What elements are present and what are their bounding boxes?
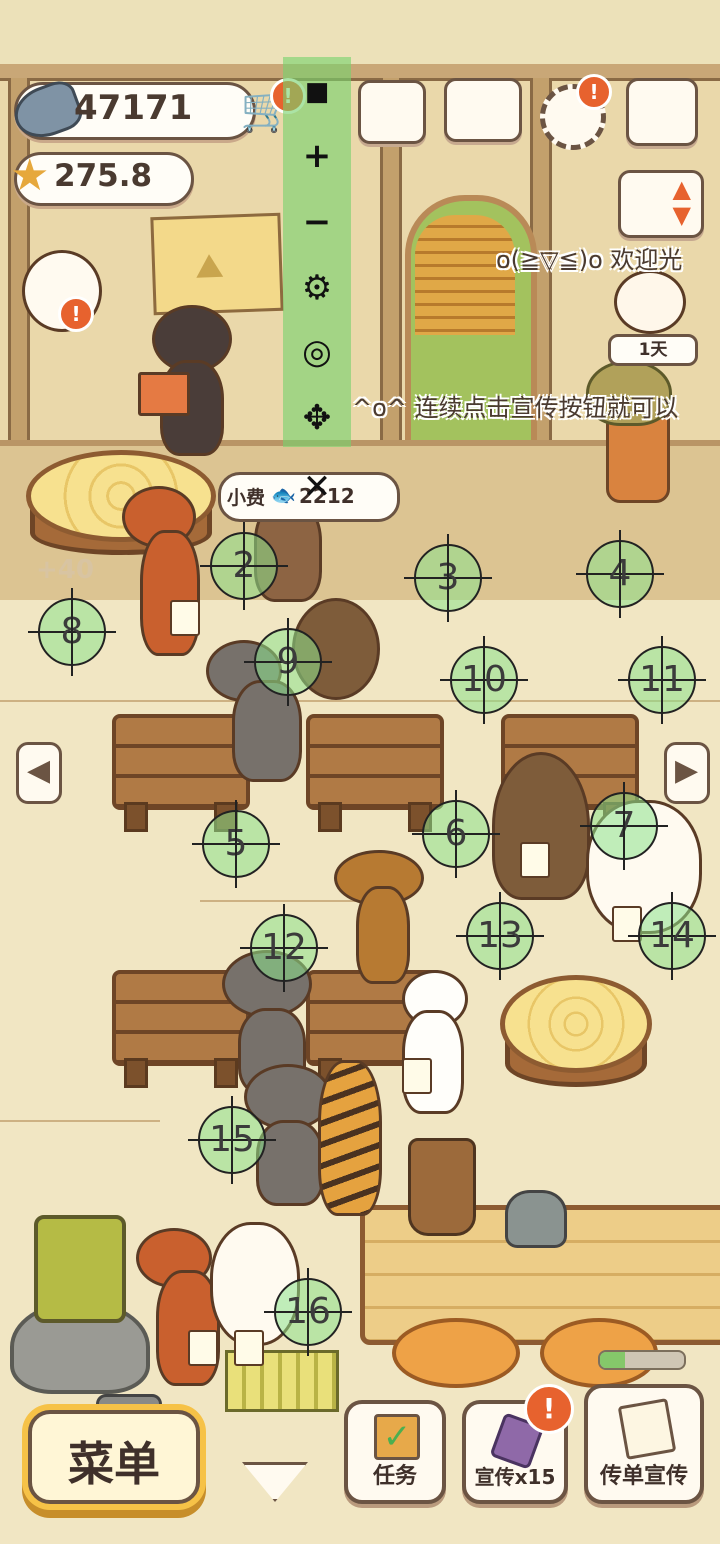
chevron-left-icon: ◀ <box>27 753 51 788</box>
tap-target-16[interactable]: 16 <box>264 1268 352 1356</box>
tap-target-2[interactable]: 2 <box>200 522 288 610</box>
close-toolbar-button[interactable]: ✕ <box>283 458 351 516</box>
honey-barrel <box>34 1215 126 1323</box>
flyer-icon <box>617 1398 677 1460</box>
tap-target-13[interactable]: 13 <box>456 892 544 980</box>
lucky-cat-head[interactable] <box>614 270 686 334</box>
cushion-seat <box>392 1318 520 1388</box>
tap-target-15[interactable]: 15 <box>188 1096 276 1184</box>
bench-table <box>112 714 250 832</box>
star-count: 275.8 <box>54 158 153 194</box>
tap-target-5[interactable]: 5 <box>192 800 280 888</box>
order-paper-icon <box>402 1058 432 1094</box>
order-paper-icon <box>188 1330 218 1366</box>
lucky-cat-badge[interactable]: 1天 <box>608 334 698 366</box>
welcome-marquee: o(≧▽≦)o 欢迎光 <box>496 246 683 274</box>
scroll-left-button[interactable]: ◀ <box>16 742 62 804</box>
stump-table <box>500 975 652 1073</box>
flyer-label: 传单宣传 <box>599 1464 688 1489</box>
doorway-stairs <box>415 215 515 335</box>
tap-target-8[interactable]: 8 <box>28 588 116 676</box>
menu-button[interactable]: 菜单 <box>28 1410 200 1504</box>
chevron-right-icon: ▶ <box>675 753 699 788</box>
deer-customer[interactable] <box>140 530 200 656</box>
tap-target-7[interactable]: 7 <box>580 782 668 870</box>
tree-map-poster: ⛰ <box>150 212 284 316</box>
tap-target-11[interactable]: 11 <box>618 636 706 724</box>
tap-target-12[interactable]: 12 <box>240 904 328 992</box>
hide-button[interactable]: ◎ <box>283 323 351 381</box>
chef-alert-icon[interactable]: ! <box>58 296 94 332</box>
tasks-button[interactable]: ✓ 任务 <box>344 1400 446 1504</box>
ceiling <box>0 0 720 70</box>
map-icon[interactable] <box>626 78 698 146</box>
order-paper-icon <box>170 600 200 636</box>
tap-target-3[interactable]: 3 <box>404 534 492 622</box>
progress-bar <box>598 1350 686 1370</box>
bench-table <box>306 714 444 832</box>
menu-label: 菜单 <box>68 1437 160 1491</box>
checkbox-icon: ✓ <box>374 1414 420 1460</box>
menu-book <box>138 372 190 416</box>
tasks-label: 任务 <box>372 1464 417 1489</box>
star-icon: ★ <box>10 150 50 201</box>
dog-customer[interactable] <box>356 886 410 984</box>
promo-label: 宣传x15 <box>474 1465 556 1489</box>
newspaper-icon[interactable] <box>358 80 426 144</box>
debug-toolbar: ■ + − ⚙ ◎ ✥ <box>283 57 351 447</box>
tap-target-6[interactable]: 6 <box>412 790 500 878</box>
order-paper-icon <box>234 1330 264 1366</box>
flyer-promo-button[interactable]: 传单宣传 <box>584 1384 704 1504</box>
zoom-in-button[interactable]: + <box>283 127 351 185</box>
tap-target-9[interactable]: 9 <box>244 618 332 706</box>
tap-target-4[interactable]: 4 <box>576 530 664 618</box>
gear-alert-icon[interactable]: ! <box>576 74 612 110</box>
pour-over-coffee <box>408 1138 476 1236</box>
stop-button[interactable]: ■ <box>283 63 351 121</box>
settings-button[interactable]: ⚙ <box>283 259 351 317</box>
scroll-right-button[interactable]: ▶ <box>664 742 710 804</box>
promo-alert-icon[interactable]: ! <box>524 1384 574 1434</box>
kettle <box>505 1190 567 1248</box>
mouse-customer[interactable] <box>256 1120 324 1206</box>
zoom-out-button[interactable]: − <box>283 193 351 251</box>
order-paper-icon <box>520 842 550 878</box>
ceiling-beam <box>0 64 720 81</box>
sort-toggle-icon[interactable]: ▲ ▼ <box>618 170 704 238</box>
tip-label: 小费 <box>227 487 266 509</box>
move-button[interactable]: ✥ <box>283 389 351 447</box>
tap-target-14[interactable]: 14 <box>628 892 716 980</box>
striped-customer[interactable] <box>318 1060 382 1216</box>
day-count: 1天 <box>638 340 668 360</box>
tap-target-10[interactable]: 10 <box>440 636 528 724</box>
fish-count: 47171 <box>74 88 193 128</box>
floating-score: +40 <box>36 555 94 585</box>
paw-book-icon[interactable] <box>444 78 522 142</box>
promo-tip-marquee: ^o^ 连续点击宣传按钮就可以 <box>352 394 679 422</box>
